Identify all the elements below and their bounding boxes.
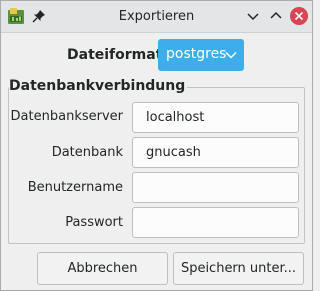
title-bar[interactable]: Exportieren [1, 1, 312, 33]
export-dialog: Exportieren Dateiformat postgres Datenba… [0, 0, 313, 291]
format-label: Dateiformat [67, 47, 163, 63]
cancel-button[interactable]: Abbrechen [37, 252, 168, 285]
password-field[interactable] [132, 207, 299, 238]
server-field[interactable] [132, 102, 299, 133]
server-label: Datenbankserver [10, 109, 123, 124]
password-label: Passwort [65, 215, 123, 230]
format-selected-value: postgres [166, 46, 227, 62]
username-field[interactable] [132, 172, 299, 203]
connection-group-title: Datenbankverbindung [9, 78, 188, 94]
chevron-down-icon[interactable] [244, 7, 262, 25]
save-as-button[interactable]: Speichern unter... [173, 252, 304, 285]
chevron-up-icon[interactable] [267, 7, 285, 25]
username-label: Benutzername [27, 180, 123, 195]
close-icon[interactable] [290, 7, 308, 25]
database-field[interactable] [132, 137, 299, 168]
format-dropdown[interactable]: postgres [158, 39, 244, 71]
database-label: Datenbank [51, 145, 123, 160]
window-title: Exportieren [118, 9, 195, 24]
chevron-down-icon [225, 52, 237, 59]
